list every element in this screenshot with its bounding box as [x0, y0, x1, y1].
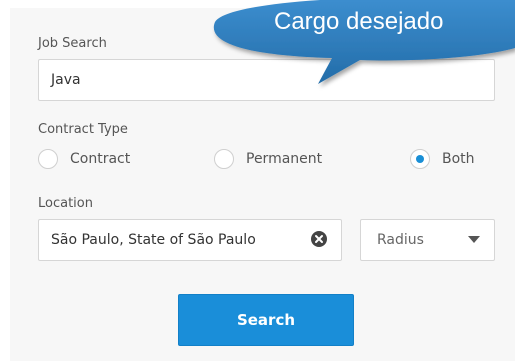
- radio-both-label: Both: [442, 151, 475, 167]
- radius-select[interactable]: Radius: [360, 219, 495, 261]
- radio-permanent-label: Permanent: [246, 151, 323, 167]
- radio-both-circle[interactable]: [410, 149, 430, 169]
- contract-type-label: Contract Type: [38, 122, 128, 137]
- search-button[interactable]: Search: [178, 294, 354, 346]
- radio-contract-circle[interactable]: [38, 149, 58, 169]
- contract-type-radio-group: Contract Permanent Both: [38, 146, 488, 172]
- radio-both[interactable]: Both: [410, 146, 475, 172]
- location-input[interactable]: São Paulo, State of São Paulo: [38, 219, 342, 261]
- location-label: Location: [38, 196, 93, 211]
- radio-contract[interactable]: Contract: [38, 146, 130, 172]
- close-circle-icon[interactable]: [311, 231, 327, 247]
- radius-select-value: Radius: [377, 232, 424, 248]
- radio-permanent-circle[interactable]: [214, 149, 234, 169]
- radio-contract-label: Contract: [70, 151, 131, 167]
- radio-permanent[interactable]: Permanent: [214, 146, 322, 172]
- location-value: São Paulo, State of São Paulo: [51, 232, 256, 248]
- search-button-label: Search: [236, 311, 296, 329]
- chevron-down-icon: [468, 236, 480, 243]
- callout-text: Cargo desejado: [274, 8, 444, 35]
